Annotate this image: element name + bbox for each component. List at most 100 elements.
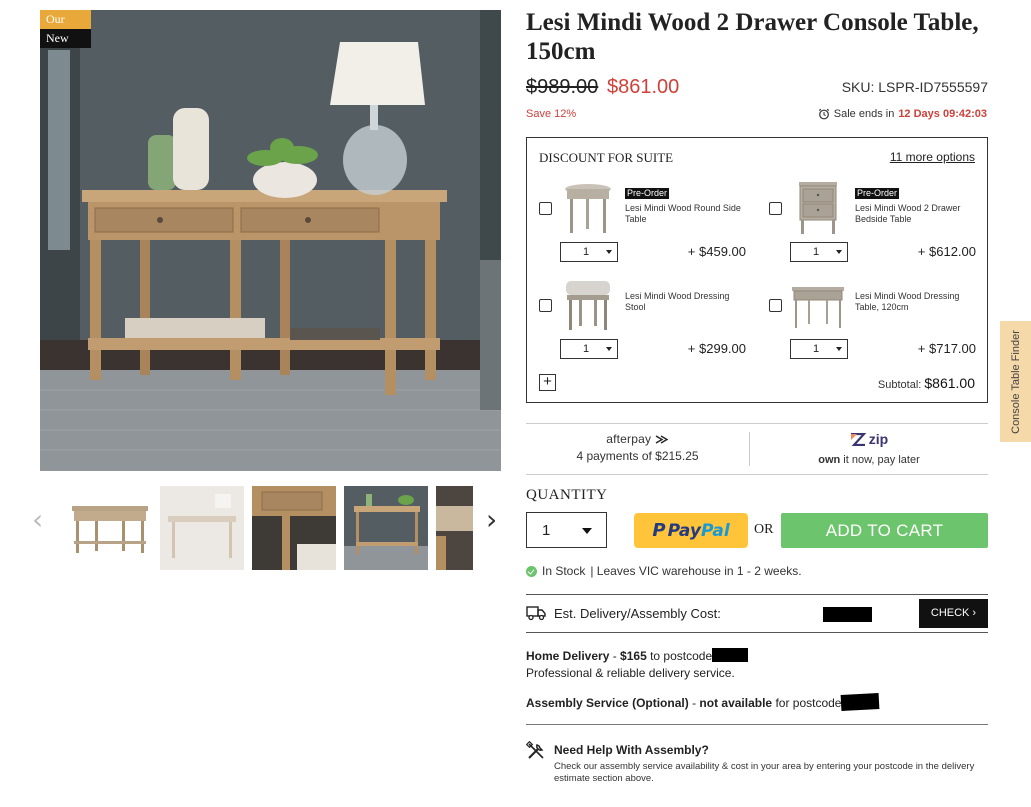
help-title: Need Help With Assembly? bbox=[554, 743, 709, 757]
product-title: Lesi Mindi Wood 2 Drawer Console Table, … bbox=[526, 9, 979, 65]
caret-down-icon bbox=[836, 347, 842, 351]
home-delivery-price: $165 bbox=[620, 649, 647, 663]
zip-logo-text: zip bbox=[868, 431, 889, 447]
zip-text-rest: it now, pay later bbox=[840, 453, 920, 466]
suite-item-qty-select[interactable]: 1 bbox=[560, 339, 618, 359]
suite-item-price: + $459.00 bbox=[687, 244, 746, 259]
check-circle-icon bbox=[526, 565, 537, 577]
thumbnail-4[interactable] bbox=[344, 486, 428, 570]
suite-item-qty-select[interactable]: 1 bbox=[560, 242, 618, 262]
original-price: $989.00 bbox=[526, 76, 599, 98]
sku-label: SKU: LSPR-ID7555597 bbox=[841, 79, 988, 95]
save-percent: Save 12% bbox=[526, 108, 577, 120]
caret-down-icon bbox=[836, 250, 842, 254]
postcode-input[interactable] bbox=[823, 607, 872, 622]
thumbnail-image bbox=[160, 486, 244, 570]
suite-item-price: + $717.00 bbox=[917, 341, 976, 356]
thumbnail-image bbox=[68, 486, 152, 570]
more-options-link[interactable]: 11 more options bbox=[890, 150, 975, 164]
paypal-p-icon: P bbox=[652, 520, 666, 541]
chevron-left-icon[interactable]: ‹ bbox=[32, 506, 43, 534]
zip-option[interactable]: zip own it now, pay later bbox=[750, 431, 988, 466]
suite-item-qty-value: 1 bbox=[813, 343, 820, 355]
suite-item-dressing-stool: Lesi Mindi Wood Dressing Stool 1 + $299.… bbox=[527, 277, 752, 363]
new-badge: New bbox=[40, 29, 91, 48]
preorder-badge: Pre-Order bbox=[625, 188, 670, 199]
suite-title: DISCOUNT FOR SUITE bbox=[539, 150, 674, 165]
suite-item-name: Lesi Mindi Wood Dressing Stool bbox=[625, 291, 730, 312]
check-button[interactable]: CHECK › bbox=[919, 599, 988, 628]
zip-logo: zip bbox=[850, 431, 888, 447]
thumbnail-strip: ‹ › bbox=[28, 482, 508, 570]
side-tab-label: Console Table Finder bbox=[1009, 329, 1022, 434]
home-delivery-to: to postcode bbox=[646, 649, 713, 663]
assembly-sep: - bbox=[688, 696, 700, 710]
help-text: Check our assembly service availability … bbox=[554, 761, 975, 784]
subtotal-label: Subtotal: bbox=[877, 379, 922, 391]
console-table-finder-tab[interactable]: Console Table Finder bbox=[1000, 321, 1031, 442]
suite-item-checkbox[interactable] bbox=[769, 299, 782, 312]
afterpay-logo: afterpay bbox=[526, 432, 749, 446]
zip-text: own it now, pay later bbox=[750, 454, 988, 466]
home-delivery-line: Home Delivery - $165 to postcode bbox=[526, 648, 749, 665]
thumbnail-image bbox=[344, 486, 428, 570]
suite-item-name: Lesi Mindi Wood Round Side Table bbox=[625, 203, 741, 224]
suite-item-round-side-table: Pre-Order Lesi Mindi Wood Round Side Tab… bbox=[527, 180, 752, 266]
dressing-stool-image bbox=[566, 281, 610, 330]
caret-down-icon bbox=[606, 250, 612, 254]
suite-item-qty-value: 1 bbox=[813, 246, 820, 258]
redacted-postcode bbox=[841, 693, 880, 711]
quantity-select[interactable]: 1 bbox=[526, 512, 607, 548]
round-side-table-image bbox=[565, 184, 611, 233]
thumbnail-5[interactable] bbox=[436, 486, 473, 570]
console-table-photo bbox=[40, 10, 501, 471]
caret-down-icon bbox=[606, 347, 612, 351]
afterpay-text: 4 payments of $215.25 bbox=[576, 449, 699, 463]
afterpay-option[interactable]: afterpay 4 payments of $215.25 bbox=[526, 432, 749, 463]
suite-item-qty-value: 1 bbox=[583, 246, 590, 258]
main-product-image[interactable]: Our Pick New bbox=[40, 10, 501, 471]
zip-text-bold: own bbox=[818, 453, 841, 466]
suite-item-price: + $612.00 bbox=[917, 244, 976, 259]
thumbnail-image bbox=[436, 486, 473, 570]
redacted-postcode bbox=[712, 648, 749, 662]
thumbnail-3[interactable] bbox=[252, 486, 336, 570]
paypal-logo-pal: Pal bbox=[700, 521, 730, 541]
suite-item-checkbox[interactable] bbox=[539, 299, 552, 312]
preorder-badge: Pre-Order bbox=[855, 188, 900, 199]
suite-item-dressing-table: Lesi Mindi Wood Dressing Table, 120cm 1 … bbox=[757, 277, 982, 363]
chevron-right-icon[interactable]: › bbox=[486, 506, 497, 534]
suite-subtotal: Subtotal: $861.00 bbox=[878, 375, 975, 391]
expand-plus-icon[interactable]: + bbox=[539, 374, 556, 391]
thumbnail-image bbox=[252, 486, 336, 570]
delivery-estimate-label: Est. Delivery/Assembly Cost: bbox=[554, 606, 721, 621]
suite-item-checkbox[interactable] bbox=[539, 202, 552, 215]
subtotal-value: $861.00 bbox=[924, 375, 975, 391]
suite-item-name: Lesi Mindi Wood 2 Drawer Bedside Table bbox=[855, 203, 961, 224]
suite-item-qty-select[interactable]: 1 bbox=[790, 339, 848, 359]
quantity-label: QUANTITY bbox=[526, 487, 608, 503]
paypal-button[interactable]: P PayPal bbox=[634, 513, 748, 548]
sale-price: $861.00 bbox=[607, 76, 680, 98]
suite-item-checkbox[interactable] bbox=[769, 202, 782, 215]
assembly-status: not available bbox=[699, 696, 773, 710]
dressing-table-image bbox=[792, 287, 844, 328]
suite-item-qty-select[interactable]: 1 bbox=[790, 242, 848, 262]
alarm-clock-icon bbox=[818, 108, 829, 120]
stock-detail-text: | Leaves VIC warehouse in 1 - 2 weeks. bbox=[590, 564, 802, 578]
sale-countdown: Sale ends in 12 Days 09:42:03 bbox=[818, 108, 987, 120]
thumbnail-2[interactable] bbox=[160, 486, 244, 570]
stock-status: In Stock | Leaves VIC warehouse in 1 - 2… bbox=[526, 564, 802, 578]
afterpay-logo-text: afterpay bbox=[606, 432, 652, 446]
add-to-cart-button[interactable]: ADD TO CART bbox=[781, 513, 988, 548]
bedside-table-image bbox=[799, 182, 837, 234]
home-delivery-info: Home Delivery - $165 to postcode Profess… bbox=[526, 648, 749, 682]
suite-item-name: Lesi Mindi Wood Dressing Table, 120cm bbox=[855, 291, 960, 312]
assembly-label: Assembly Service (Optional) bbox=[526, 696, 689, 710]
thumbnail-1[interactable] bbox=[68, 486, 152, 570]
suite-discount-box: DISCOUNT FOR SUITE 11 more options Pre-O… bbox=[526, 137, 988, 403]
paypal-logo-pay: Pay bbox=[667, 521, 701, 541]
price-row: $989.00 $861.00 SKU: LSPR-ID7555597 bbox=[526, 76, 988, 102]
caret-down-icon bbox=[582, 528, 592, 534]
payment-options: afterpay 4 payments of $215.25 zip own i… bbox=[526, 423, 988, 475]
